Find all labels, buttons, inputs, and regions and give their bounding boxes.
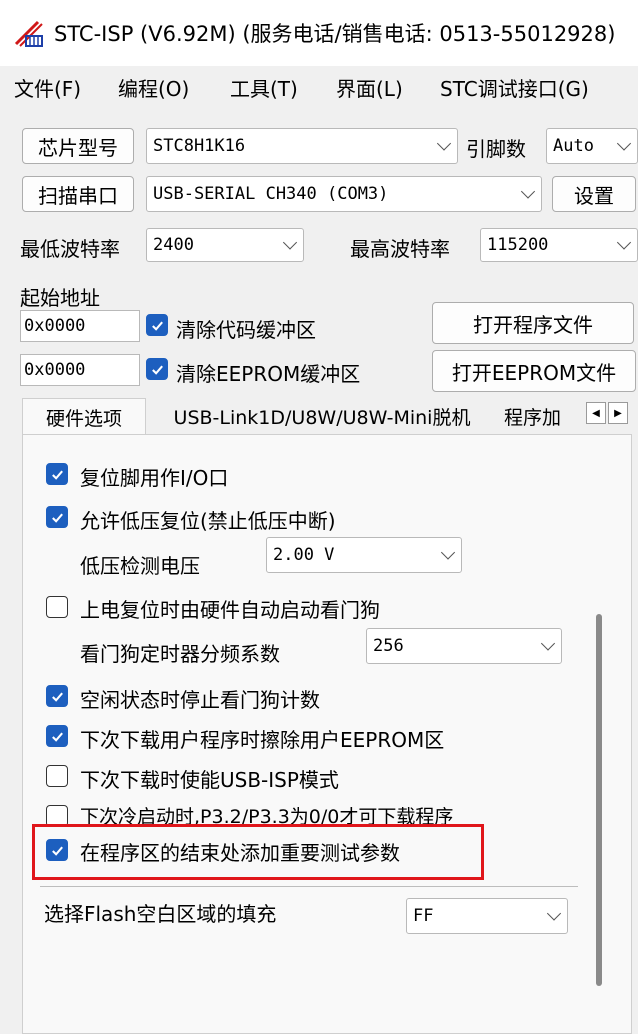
check-icon	[51, 732, 63, 742]
lvd-reset-label: 允许低压复位(禁止低压中断)	[80, 509, 336, 533]
clear-code-buffer-label: 清除代码缓冲区	[176, 318, 316, 342]
watchdog-auto-checkbox[interactable]	[46, 596, 68, 618]
erase-eeprom-checkbox[interactable]	[46, 725, 68, 747]
lvd-reset-checkbox[interactable]	[46, 506, 68, 528]
clear-eeprom-buffer-label: 清除EEPROM缓冲区	[176, 362, 361, 386]
tab-program-encrypt[interactable]: 程序加	[498, 398, 598, 435]
code-address-input[interactable]: 0x0000	[20, 310, 140, 342]
max-baud-label: 最高波特率	[350, 237, 450, 261]
tab-scroll-right-button[interactable]: ▶	[608, 402, 628, 424]
tab-hardware-options[interactable]: 硬件选项	[22, 398, 146, 436]
chip-type-button[interactable]: 芯片型号	[22, 128, 134, 164]
usb-isp-checkbox[interactable]	[46, 765, 68, 787]
menu-tools[interactable]: 工具(T)	[230, 73, 298, 102]
reset-io-label: 复位脚用作I/O口	[80, 466, 229, 490]
wdt-divider-label: 看门狗定时器分频系数	[80, 642, 280, 666]
vertical-scrollbar-thumb[interactable]	[596, 614, 602, 986]
clear-code-buffer-checkbox[interactable]	[146, 314, 168, 336]
wdt-divider-value: 256	[373, 636, 404, 656]
idle-stop-wdt-label: 空闲状态时停止看门狗计数	[80, 688, 320, 712]
settings-button[interactable]: 设置	[552, 176, 636, 212]
check-icon	[51, 692, 63, 702]
open-eeprom-file-button[interactable]: 打开EEPROM文件	[432, 350, 636, 392]
chevron-down-icon	[616, 235, 632, 250]
pin-count-value: Auto	[553, 136, 594, 156]
tab-scroll-left-button[interactable]: ◀	[586, 402, 606, 424]
chevron-down-icon	[520, 184, 536, 199]
watchdog-auto-label: 上电复位时由硬件自动启动看门狗	[80, 598, 380, 622]
check-icon	[51, 513, 63, 523]
separator	[40, 886, 578, 887]
min-baud-select[interactable]: 2400	[146, 228, 304, 262]
check-icon	[51, 846, 63, 856]
window-title: STC-ISP (V6.92M) (服务电话/销售电话: 0513-550129…	[54, 22, 616, 46]
wdt-divider-select[interactable]: 256	[366, 628, 562, 664]
lvd-voltage-select[interactable]: 2.00 V	[266, 537, 462, 573]
clear-eeprom-buffer-checkbox[interactable]	[146, 358, 168, 380]
check-icon	[151, 365, 163, 375]
erase-eeprom-label: 下次下载用户程序时擦除用户EEPROM区	[80, 728, 445, 752]
min-baud-value: 2400	[153, 235, 194, 255]
app-icon	[14, 20, 44, 48]
scan-port-button[interactable]: 扫描串口	[22, 176, 134, 212]
chip-type-select[interactable]: STC8H1K16	[146, 128, 458, 164]
lvd-voltage-label: 低压检测电压	[80, 554, 200, 578]
flash-fill-label: 选择Flash空白区域的填充	[44, 902, 277, 926]
check-icon	[51, 470, 63, 480]
menu-interface[interactable]: 界面(L)	[336, 73, 403, 102]
menu-debug-interface[interactable]: STC调试接口(G)	[440, 73, 589, 102]
menu-program[interactable]: 编程(O)	[118, 73, 189, 102]
open-program-file-button[interactable]: 打开程序文件	[432, 302, 634, 344]
usb-isp-label: 下次下载时使能USB-ISP模式	[80, 768, 339, 792]
start-address-label: 起始地址	[20, 286, 100, 310]
arrow-left-icon: ◀	[592, 407, 600, 419]
max-baud-value: 115200	[487, 235, 549, 255]
chip-type-value: STC8H1K16	[153, 136, 246, 156]
flash-fill-select[interactable]: FF	[406, 898, 568, 934]
pin-count-label: 引脚数	[466, 137, 526, 161]
idle-stop-wdt-checkbox[interactable]	[46, 685, 68, 707]
eeprom-address-input[interactable]: 0x0000	[20, 354, 140, 386]
chevron-down-icon	[282, 235, 298, 250]
pin-count-select[interactable]: Auto	[546, 128, 638, 164]
check-icon	[151, 321, 163, 331]
chevron-down-icon	[440, 545, 456, 560]
tab-usb-link-offline[interactable]: USB-Link1D/U8W/U8W-Mini脱机	[150, 398, 494, 435]
port-value: USB-SERIAL CH340 (COM3)	[153, 184, 389, 204]
min-baud-label: 最低波特率	[20, 237, 120, 261]
chevron-down-icon	[436, 136, 452, 151]
chevron-down-icon	[616, 136, 632, 151]
reset-io-checkbox[interactable]	[46, 463, 68, 485]
menu-file[interactable]: 文件(F)	[14, 73, 81, 102]
max-baud-select[interactable]: 115200	[480, 228, 638, 262]
port-select[interactable]: USB-SERIAL CH340 (COM3)	[146, 176, 542, 212]
add-test-params-checkbox[interactable]	[46, 839, 68, 861]
add-test-params-label: 在程序区的结束处添加重要测试参数	[80, 841, 400, 865]
lvd-voltage-value: 2.00 V	[273, 545, 335, 565]
tab-strip: 硬件选项 USB-Link1D/U8W/U8W-Mini脱机 程序加	[22, 398, 638, 436]
flash-fill-value: FF	[413, 906, 434, 926]
arrow-right-icon: ▶	[614, 407, 622, 419]
chevron-down-icon	[546, 906, 562, 921]
chevron-down-icon	[540, 636, 556, 651]
